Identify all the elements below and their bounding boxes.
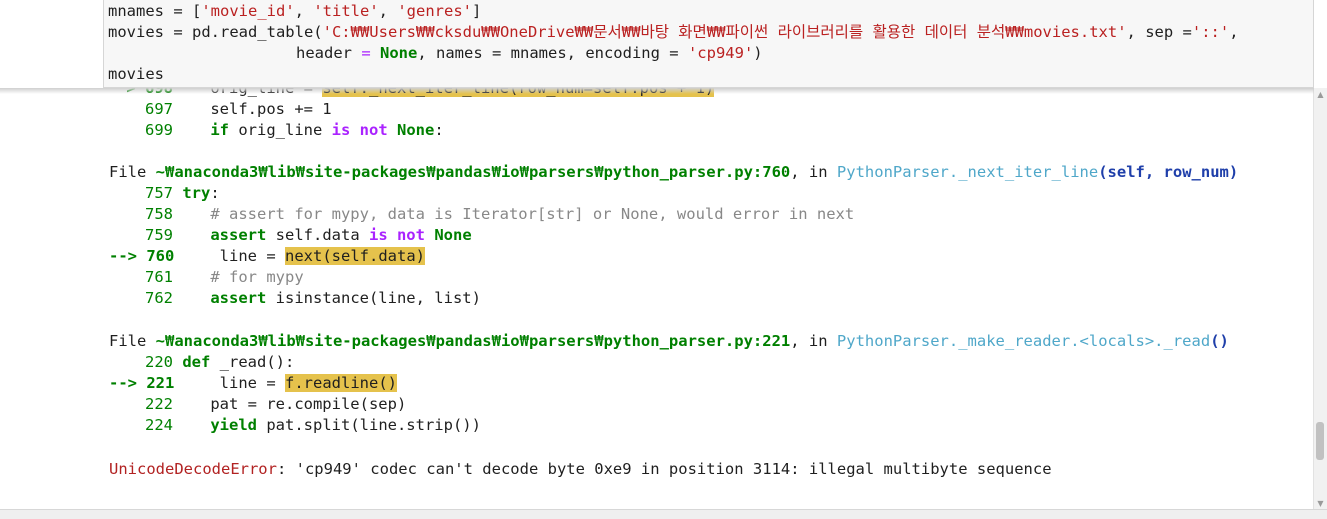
- file-path-link[interactable]: ~₩anaconda3₩lib₩site-packages₩pandas₩io₩…: [156, 332, 791, 350]
- output-scrollbar[interactable]: ▲ ▼: [1313, 88, 1327, 510]
- traceback-line-222: 222 pat = re.compile(sep): [145, 395, 407, 413]
- code-line-3: header = None, names = mnames, encoding …: [296, 44, 763, 62]
- traceback-line-760-current: --> 760 line = next(self.data): [109, 247, 425, 265]
- output-top-shadow: [0, 88, 1314, 94]
- function-link[interactable]: PythonParser._next_iter_line: [837, 163, 1098, 181]
- traceback-line-697: 697 self.pos += 1: [145, 100, 332, 118]
- traceback-frame-header-760: File ~₩anaconda3₩lib₩site-packages₩panda…: [109, 163, 1239, 181]
- code-line-1: mnames = ['movie_id', 'title', 'genres']: [108, 2, 482, 20]
- traceback-line-220: 220 def _read():: [145, 353, 295, 371]
- traceback-line-758: 758 # assert for mypy, data is Iterator[…: [145, 205, 855, 223]
- code-line-4: movies: [108, 65, 164, 83]
- traceback-output: > 698 orig_line = self._next_iter_line(r…: [0, 88, 1314, 508]
- function-link[interactable]: PythonParser._make_reader.<locals>._read: [837, 332, 1210, 350]
- code-line-2: movies = pd.read_table('C:₩₩Users₩₩cksdu…: [108, 23, 1239, 41]
- code-input-cell[interactable]: mnames = ['movie_id', 'title', 'genres']…: [103, 0, 1314, 88]
- traceback-line-699: 699 if orig_line is not None:: [145, 121, 444, 139]
- scroll-up-icon[interactable]: ▲: [1314, 88, 1327, 101]
- file-path-link[interactable]: ~₩anaconda3₩lib₩site-packages₩pandas₩io₩…: [156, 163, 791, 181]
- error-message: UnicodeDecodeError: 'cp949' codec can't …: [109, 460, 1052, 478]
- traceback-frame-header-221: File ~₩anaconda3₩lib₩site-packages₩panda…: [109, 332, 1229, 350]
- traceback-line-762: 762 assert isinstance(line, list): [145, 289, 481, 307]
- traceback-line-761: 761 # for mypy: [145, 268, 304, 286]
- traceback-line-759: 759 assert self.data is not None: [145, 226, 472, 244]
- traceback-line-224: 224 yield pat.split(line.strip()): [145, 416, 481, 434]
- cell-prompt-gutter: [0, 0, 104, 92]
- traceback-line-757: 757 try:: [145, 184, 220, 202]
- scroll-thumb[interactable]: [1316, 422, 1324, 460]
- traceback-line-221-current: --> 221 line = f.readline(): [109, 374, 397, 392]
